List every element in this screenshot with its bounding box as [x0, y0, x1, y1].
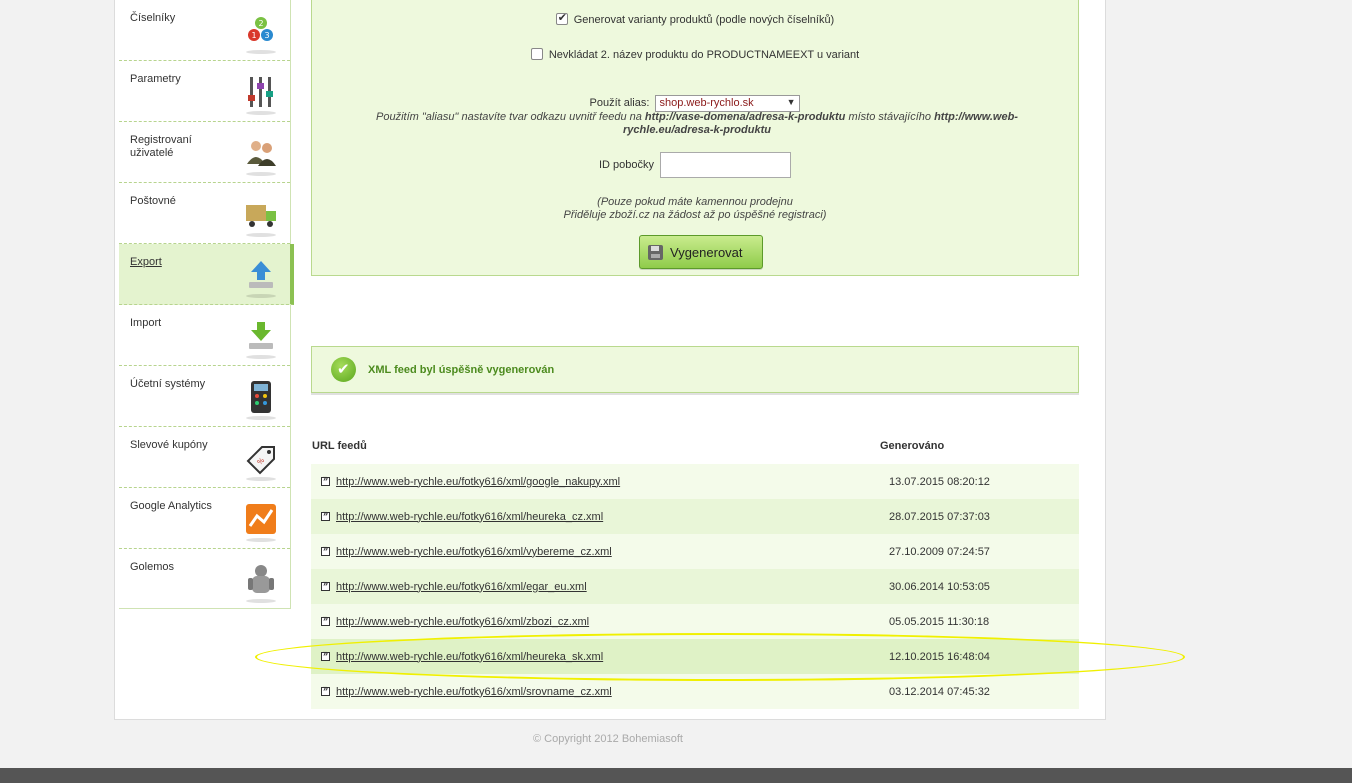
- sidebar-item-label: Slevové kupóny: [130, 439, 208, 451]
- table-row: http://www.web-rychle.eu/fotky616/xml/he…: [311, 499, 1079, 534]
- no-second-name-checkbox[interactable]: [530, 48, 543, 60]
- export-form-panel: Generovat varianty produktů (podle novýc…: [311, 0, 1079, 276]
- success-message-text: XML feed byl úspěšně vygenerován: [368, 363, 555, 376]
- sidebar-item-postovne[interactable]: Poštovné: [119, 183, 290, 244]
- feed-generated-date: 13.07.2015 08:20:12: [889, 475, 990, 488]
- alias-select[interactable]: shop.web-rychlo.sk ▼: [655, 95, 801, 112]
- floppy-disk-icon: [648, 244, 663, 260]
- column-header-generated: Generováno: [880, 440, 945, 452]
- sidebar-item-label: Parametry: [130, 73, 181, 85]
- feed-url-link[interactable]: http://www.web-rychle.eu/fotky616/xml/sr…: [336, 686, 889, 698]
- generate-button[interactable]: Vygenerovat: [639, 235, 763, 269]
- generate-button-label: Vygenerovat: [670, 244, 743, 260]
- external-link-icon: [321, 543, 330, 556]
- feed-url-link[interactable]: http://www.web-rychle.eu/fotky616/xml/he…: [336, 511, 889, 523]
- alias-note: Použitím "aliasu" nastavíte tvar odkazu …: [352, 111, 1042, 137]
- alias-row: Použít alias: shop.web-rychlo.sk ▼: [312, 95, 1078, 112]
- external-link-icon: [321, 613, 330, 626]
- sidebar-item-label: Číselníky: [130, 12, 176, 24]
- calculator-icon: [244, 380, 278, 420]
- column-header-url: URL feedů: [312, 440, 367, 452]
- alias-note-text: Použitím "aliasu" nastavíte tvar odkazu …: [376, 111, 645, 123]
- table-row: http://www.web-rychle.eu/fotky616/xml/zb…: [311, 604, 1079, 639]
- external-link-icon: [321, 508, 330, 521]
- coupon-tag-icon: %: [244, 441, 278, 481]
- sidebar-item-ciselniky[interactable]: Číselníky 213: [119, 0, 290, 61]
- generate-variants-label: Generovat varianty produktů (podle novýc…: [573, 14, 835, 26]
- download-icon: [244, 319, 278, 359]
- sidebar-item-label: Google Analytics: [130, 500, 212, 512]
- feed-generated-date: 12.10.2015 16:48:04: [889, 650, 990, 663]
- no-second-name-row: Nevkládat 2. název produktu do PRODUCTNA…: [312, 48, 1078, 61]
- table-row: http://www.web-rychle.eu/fotky616/xml/eg…: [311, 569, 1079, 604]
- success-message: XML feed byl úspěšně vygenerován: [311, 346, 1079, 393]
- sliders-icon: [244, 75, 278, 115]
- table-row: http://www.web-rychle.eu/fotky616/xml/go…: [311, 464, 1079, 499]
- table-row: http://www.web-rychle.eu/fotky616/xml/vy…: [311, 534, 1079, 569]
- branch-id-input[interactable]: [660, 152, 792, 178]
- upload-icon: [244, 258, 278, 298]
- branch-id-note: (Pouze pokud máte kamennou prodejnu Přid…: [312, 196, 1078, 222]
- feed-generated-date: 28.07.2015 07:37:03: [889, 510, 990, 523]
- sidebar-item-google-analytics[interactable]: Google Analytics: [119, 488, 290, 549]
- analytics-icon: [244, 502, 278, 542]
- chevron-down-icon: ▼: [786, 97, 796, 107]
- sidebar-item-export[interactable]: Export: [119, 244, 294, 305]
- sidebar-item-label: Registrovaní uživatelé: [130, 134, 192, 159]
- numbers-icon: 213: [244, 14, 278, 54]
- alias-select-value: shop.web-rychlo.sk: [659, 97, 754, 109]
- feed-url-link[interactable]: http://www.web-rychle.eu/fotky616/xml/go…: [336, 476, 889, 488]
- feed-url-link[interactable]: http://www.web-rychle.eu/fotky616/xml/vy…: [336, 546, 889, 558]
- sidebar-item-label: Poštovné: [130, 195, 176, 207]
- copyright: © Copyright 2012 Bohemiasoft: [533, 733, 683, 745]
- sidebar-item-import[interactable]: Import: [119, 305, 290, 366]
- sidebar-item-ucetni-systemy[interactable]: Účetní systémy: [119, 366, 290, 427]
- branch-id-label: ID pobočky: [598, 158, 654, 171]
- svg-text:1: 1: [252, 31, 257, 40]
- sidebar-item-slevove-kupony[interactable]: Slevové kupóny %: [119, 427, 290, 488]
- generate-variants-row: Generovat varianty produktů (podle novýc…: [312, 11, 1078, 26]
- alias-label: Použít alias:: [589, 97, 650, 110]
- table-row: http://www.web-rychle.eu/fotky616/xml/sr…: [311, 674, 1079, 709]
- sidebar-item-registrovani-uzivatele[interactable]: Registrovaní uživatelé: [119, 122, 290, 183]
- generate-variants-checkbox[interactable]: [555, 11, 568, 25]
- users-icon: [244, 136, 278, 176]
- bottom-bar: [0, 768, 1352, 783]
- external-link-icon: [321, 683, 330, 696]
- external-link-icon: [321, 578, 330, 591]
- branch-id-row: ID pobočky: [312, 152, 1078, 178]
- alias-note-text: místo stávajícího: [845, 111, 935, 123]
- feed-generated-date: 05.05.2015 11:30:18: [889, 615, 990, 628]
- checkmark-icon: [331, 357, 356, 382]
- sidebar-item-label: Import: [130, 317, 162, 329]
- alias-note-url-new: http://vase-domena/adresa-k-produktu: [644, 111, 846, 123]
- table-row-highlighted: http://www.web-rychle.eu/fotky616/xml/he…: [311, 639, 1079, 674]
- svg-text:3: 3: [265, 31, 270, 40]
- feed-url-link[interactable]: http://www.web-rychle.eu/fotky616/xml/he…: [336, 651, 889, 663]
- sidebar-item-label: Golemos: [130, 561, 175, 573]
- external-link-icon: [321, 648, 330, 661]
- feed-url-link[interactable]: http://www.web-rychle.eu/fotky616/xml/zb…: [336, 616, 889, 628]
- svg-text:2: 2: [259, 19, 264, 28]
- sidebar-item-label: Účetní systémy: [130, 378, 206, 390]
- no-second-name-label: Nevkládat 2. název produktu do PRODUCTNA…: [548, 49, 860, 61]
- sidebar-item-golemos[interactable]: Golemos: [119, 549, 290, 610]
- branch-id-note-line: Přiděluje zboží.cz na žádost až po úspěš…: [563, 209, 827, 221]
- feed-generated-date: 27.10.2009 07:24:57: [889, 545, 990, 558]
- external-link-icon: [321, 473, 330, 486]
- delivery-truck-icon: [244, 197, 278, 237]
- sidebar: Číselníky 213 Parametry Registrovaní uži…: [119, 0, 294, 610]
- golem-icon: [244, 563, 278, 603]
- branch-id-note-line: (Pouze pokud máte kamennou prodejnu: [597, 196, 793, 208]
- sidebar-item-label: Export: [130, 256, 162, 268]
- sidebar-item-parametry[interactable]: Parametry: [119, 61, 290, 122]
- feed-url-link[interactable]: http://www.web-rychle.eu/fotky616/xml/eg…: [336, 581, 889, 593]
- feed-generated-date: 30.06.2014 10:53:05: [889, 580, 990, 593]
- feed-generated-date: 03.12.2014 07:45:32: [889, 685, 990, 698]
